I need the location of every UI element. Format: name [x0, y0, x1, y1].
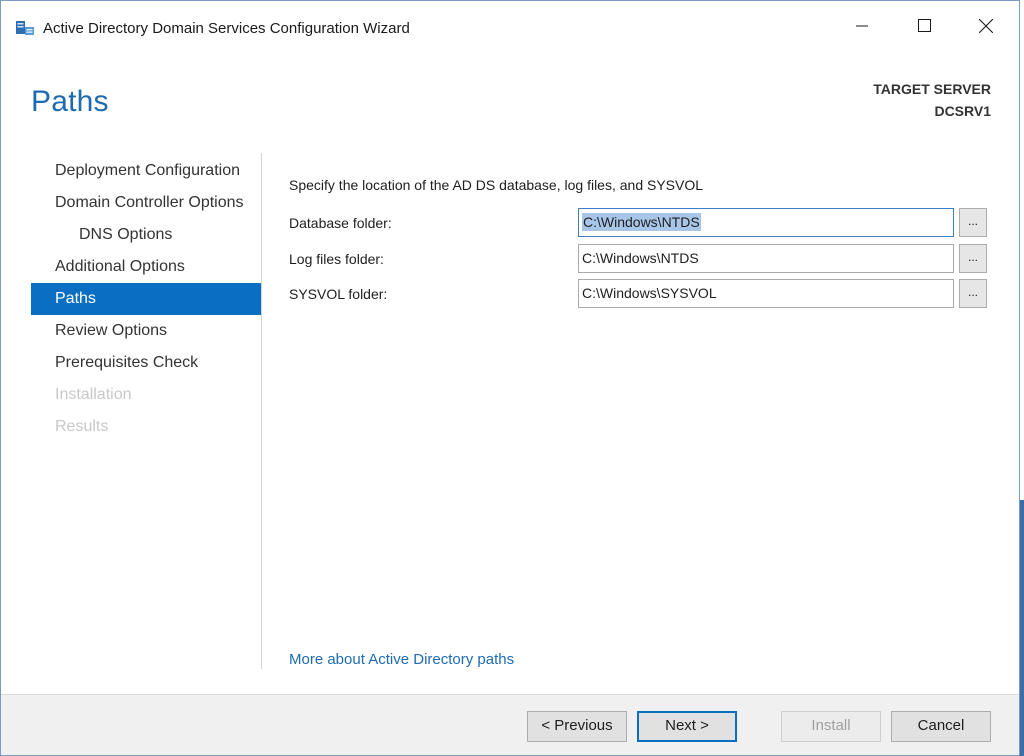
sysvol-folder-browse-button[interactable]: ... [959, 279, 987, 308]
maximize-icon [917, 19, 931, 37]
sysvol-folder-input[interactable]: C:\Windows\SYSVOL [578, 279, 954, 308]
minimize-icon [856, 19, 868, 37]
page-title: Paths [31, 85, 109, 118]
log-files-folder-browse-button[interactable]: ... [959, 244, 987, 273]
nav-item-results: Results [55, 418, 109, 435]
log-files-folder-label: Log files folder: [289, 251, 384, 267]
target-server-name: DCSRV1 [934, 103, 991, 119]
maximize-button[interactable] [901, 9, 947, 47]
wizard-nav: Deployment Configuration Domain Controll… [31, 155, 261, 443]
sysvol-folder-label: SYSVOL folder: [289, 286, 388, 302]
next-button[interactable]: Next > [637, 711, 737, 742]
nav-item-prerequisites-check[interactable]: Prerequisites Check [31, 347, 261, 379]
nav-item-installation: Installation [55, 386, 132, 403]
cancel-button[interactable]: Cancel [891, 711, 991, 742]
database-folder-browse-button[interactable]: ... [959, 208, 987, 237]
database-folder-value: C:\Windows\NTDS [582, 213, 701, 231]
close-button[interactable] [963, 9, 1009, 47]
nav-item-dns-options[interactable]: DNS Options [31, 219, 261, 251]
content-description: Specify the location of the AD DS databa… [289, 177, 704, 193]
previous-button[interactable]: < Previous [527, 711, 627, 742]
target-server-label: TARGET SERVER [873, 81, 991, 97]
install-button: Install [781, 711, 881, 742]
title-bar[interactable]: Active Directory Domain Services Configu… [1, 1, 1019, 55]
log-files-folder-value: C:\Windows\NTDS [582, 250, 699, 266]
close-icon [978, 18, 994, 38]
server-role-icon [15, 19, 35, 37]
window-title: Active Directory Domain Services Configu… [43, 20, 410, 37]
more-about-paths-link[interactable]: More about Active Directory paths [289, 651, 514, 668]
nav-divider [261, 153, 262, 669]
database-folder-label: Database folder: [289, 215, 392, 231]
wizard-window: Active Directory Domain Services Configu… [0, 0, 1020, 756]
nav-item-domain-controller-options[interactable]: Domain Controller Options [31, 187, 261, 219]
minimize-button[interactable] [839, 9, 885, 47]
nav-item-additional-options[interactable]: Additional Options [31, 251, 261, 283]
nav-item-deployment-configuration[interactable]: Deployment Configuration [31, 155, 261, 187]
background-window-edge [1020, 500, 1024, 756]
log-files-folder-input[interactable]: C:\Windows\NTDS [578, 244, 954, 273]
sysvol-folder-value: C:\Windows\SYSVOL [582, 285, 717, 301]
nav-item-paths[interactable]: Paths [31, 283, 261, 315]
nav-item-review-options[interactable]: Review Options [31, 315, 261, 347]
database-folder-input[interactable]: C:\Windows\NTDS [578, 208, 954, 237]
